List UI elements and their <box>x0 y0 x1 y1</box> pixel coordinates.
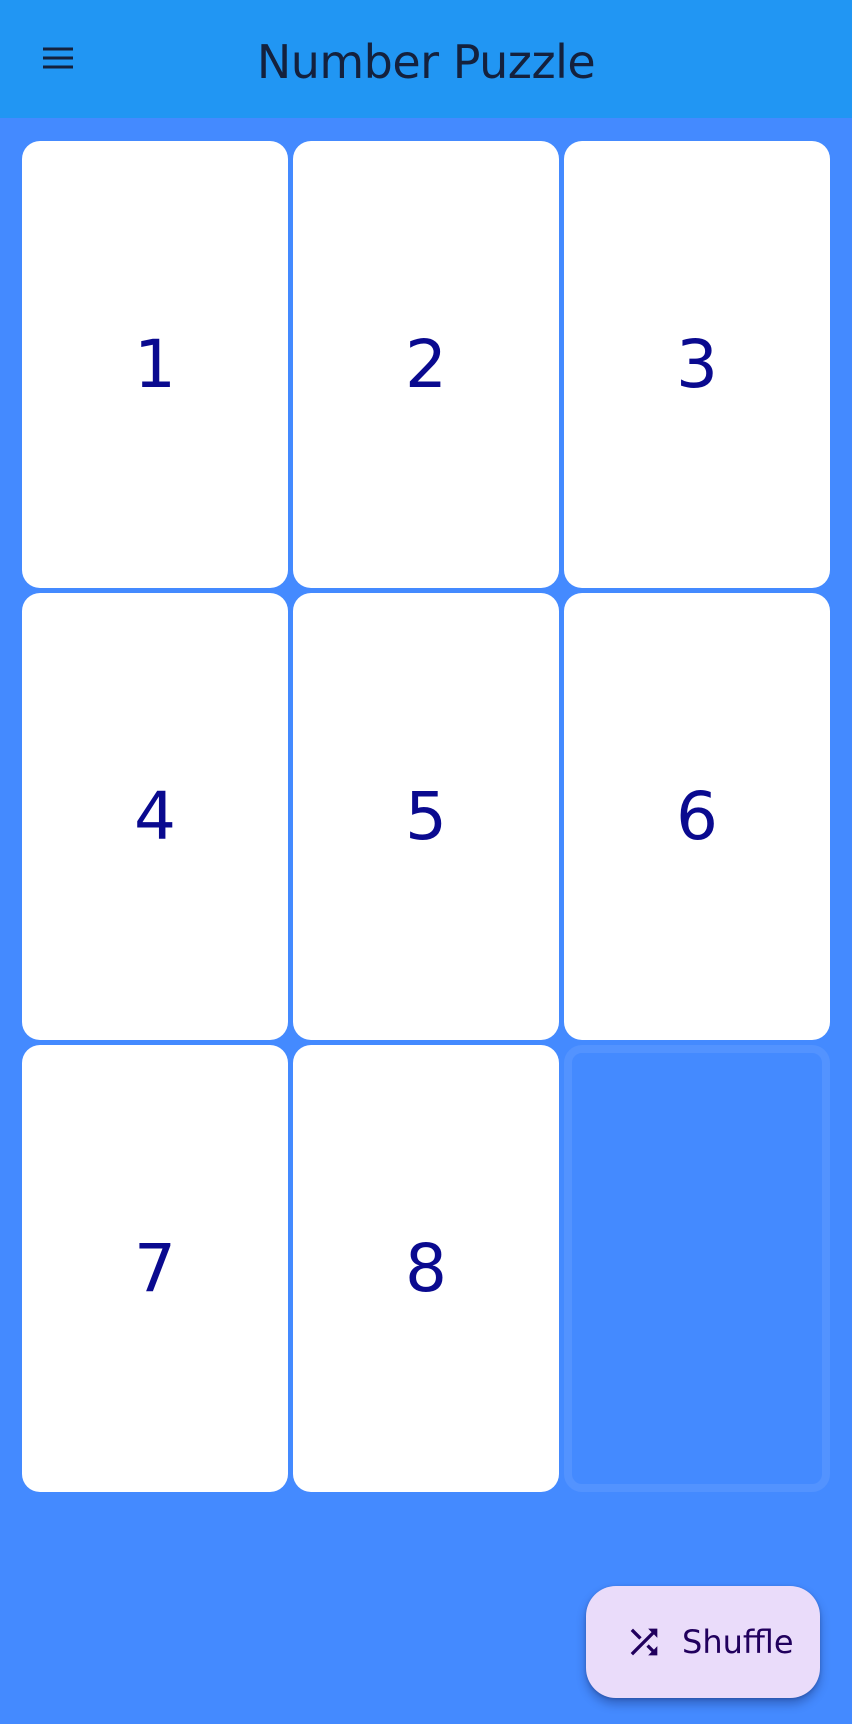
puzzle-tile-5[interactable]: 5 <box>293 593 559 1040</box>
tile-number: 6 <box>676 778 718 855</box>
shuffle-icon <box>630 1628 658 1656</box>
page-title: Number Puzzle <box>256 35 596 89</box>
puzzle-tile-1[interactable]: 1 <box>22 141 288 588</box>
empty-tile-slot <box>564 1045 830 1492</box>
tile-number: 8 <box>405 1230 447 1307</box>
puzzle-tile-6[interactable]: 6 <box>564 593 830 1040</box>
puzzle-tile-4[interactable]: 4 <box>22 593 288 1040</box>
tile-number: 5 <box>405 778 447 855</box>
tile-number: 7 <box>134 1230 176 1307</box>
puzzle-tile-3[interactable]: 3 <box>564 141 830 588</box>
puzzle-tile-2[interactable]: 2 <box>293 141 559 588</box>
shuffle-button-label: Shuffle <box>682 1623 794 1661</box>
app-bar: Number Puzzle <box>0 0 852 118</box>
puzzle-tile-8[interactable]: 8 <box>293 1045 559 1492</box>
shuffle-button[interactable]: Shuffle <box>586 1586 820 1698</box>
puzzle-board: 1 2 3 4 5 6 7 8 <box>22 141 830 1493</box>
puzzle-tile-7[interactable]: 7 <box>22 1045 288 1492</box>
tile-number: 2 <box>405 326 447 403</box>
tile-number: 4 <box>134 778 176 855</box>
tile-number: 3 <box>676 326 718 403</box>
tile-number: 1 <box>134 326 176 403</box>
